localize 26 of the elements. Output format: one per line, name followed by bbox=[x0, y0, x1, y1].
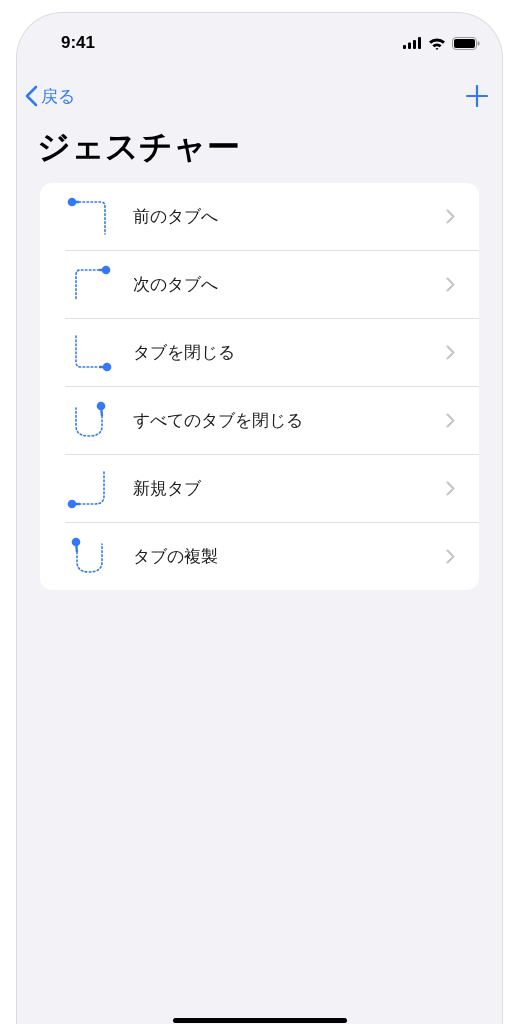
gesture-row[interactable]: 前のタブへ bbox=[65, 183, 479, 250]
chevron-right-icon bbox=[446, 481, 455, 496]
gesture-row[interactable]: 新規タブ bbox=[65, 454, 479, 522]
gesture-row[interactable]: タブを閉じる bbox=[65, 318, 479, 386]
signal-icon bbox=[403, 37, 422, 49]
gesture-row[interactable]: タブの複製 bbox=[65, 522, 479, 590]
chevron-right-icon bbox=[446, 277, 455, 292]
gesture-label: 前のタブへ bbox=[133, 205, 219, 228]
gesture-label: タブの複製 bbox=[133, 545, 219, 568]
wifi-icon bbox=[428, 36, 446, 50]
battery-icon bbox=[452, 36, 480, 50]
gesture-label: タブを閉じる bbox=[133, 341, 236, 364]
gesture-label: すべてのタブを閉じる bbox=[133, 409, 304, 432]
back-link[interactable]: 戻る bbox=[25, 84, 75, 108]
chevron-right-icon bbox=[446, 209, 455, 224]
chevron-right-icon bbox=[446, 345, 455, 360]
gesture-row[interactable]: 次のタブへ bbox=[65, 250, 479, 318]
chevron-left-icon bbox=[25, 85, 38, 107]
chevron-right-icon bbox=[446, 413, 455, 428]
page-title: ジェスチャー bbox=[37, 126, 241, 168]
gesture-row[interactable]: すべてのタブを閉じる bbox=[65, 386, 479, 454]
status-time: 9:41 bbox=[61, 33, 96, 53]
chevron-right-icon bbox=[446, 549, 455, 564]
gesture-label: 新規タブ bbox=[133, 477, 202, 500]
gesture-label: 次のタブへ bbox=[133, 273, 219, 296]
add-button[interactable] bbox=[464, 83, 490, 109]
